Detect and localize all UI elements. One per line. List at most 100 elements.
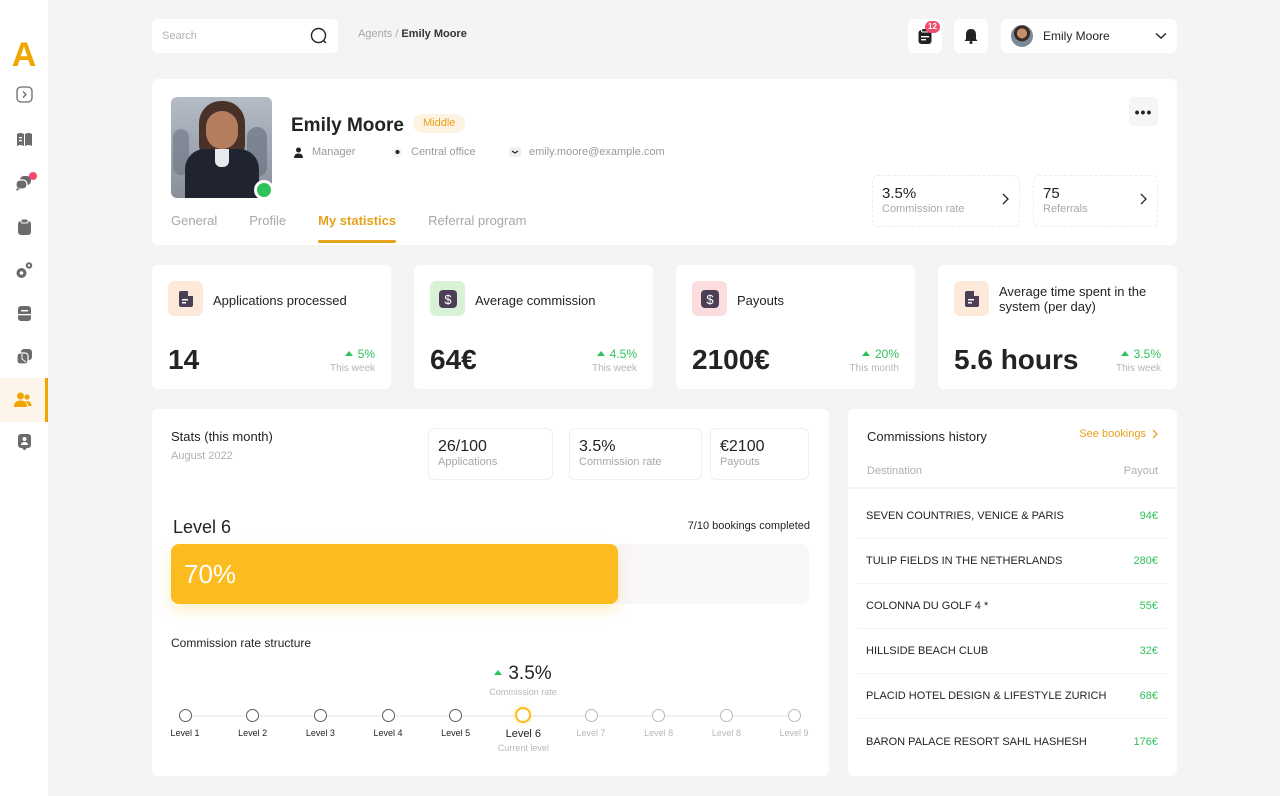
sidebar-item-agents[interactable] xyxy=(0,378,48,422)
bell-icon xyxy=(964,29,978,44)
header-divider xyxy=(848,487,1177,489)
level-step[interactable]: Level 3 xyxy=(290,708,350,738)
svg-text:$: $ xyxy=(444,292,452,307)
kpi-change: 3.5% This week xyxy=(1116,347,1161,374)
tab-profile[interactable]: Profile xyxy=(249,213,286,241)
kpi-change-period: This week xyxy=(329,363,375,374)
online-status-indicator xyxy=(254,180,274,200)
see-bookings-link[interactable]: See bookings xyxy=(1079,428,1158,440)
level-step[interactable]: Level 1 xyxy=(155,708,215,738)
level-step[interactable]: Level 8 xyxy=(629,708,689,738)
referrals-value: 75 xyxy=(1043,185,1060,202)
level-step-label: Level 2 xyxy=(238,728,268,738)
commission-rate-value: 3.5% xyxy=(882,185,917,202)
notifications-button[interactable] xyxy=(954,19,988,53)
kpi-change-percent: 20% xyxy=(850,347,899,361)
sidebar-item-expand[interactable] xyxy=(0,72,48,116)
user-name: Emily Moore xyxy=(1043,29,1110,43)
sidebar-item-settings[interactable] xyxy=(0,248,48,292)
commission-row[interactable]: TULIP FIELDS IN THE NETHERLANDS 280€ xyxy=(858,539,1166,584)
chevron-right-icon xyxy=(1140,193,1147,205)
commission-row[interactable]: SEVEN COUNTRIES, VENICE & PARIS 94€ xyxy=(858,494,1166,539)
level-step-marker xyxy=(652,709,666,722)
sidebar-item-messages[interactable] xyxy=(0,160,48,204)
current-rate-value: 3.5% xyxy=(462,663,584,685)
kpi-value: 14 xyxy=(168,344,200,375)
level-step-label: Level 8 xyxy=(711,728,741,738)
kpi-card-time-spent: Average time spent in the system (per da… xyxy=(938,265,1177,389)
level-step-marker xyxy=(449,709,463,722)
breadcrumb-parent[interactable]: Agents xyxy=(358,28,392,40)
level-step[interactable]: Level 2 xyxy=(223,708,283,738)
sidebar-item-catalog[interactable] xyxy=(0,117,48,161)
user-menu[interactable]: Emily Moore xyxy=(1001,19,1177,53)
breadcrumb: Agents / Emily Moore xyxy=(358,28,467,40)
stats-title: Stats (this month) xyxy=(171,429,273,444)
profile-tabs: General Profile My statistics Referral p… xyxy=(171,213,558,243)
commission-destination: PLACID HOTEL DESIGN & LIFESTYLE ZURICH xyxy=(866,690,1107,702)
level-step-marker xyxy=(787,709,801,722)
level-step[interactable]: Level 8 xyxy=(696,708,756,738)
sidebar-item-documents[interactable] xyxy=(0,291,48,335)
level-step-label: Level 8 xyxy=(644,728,674,738)
breadcrumb-current: Emily Moore xyxy=(401,28,467,40)
stat-box-payouts: €2100 Payouts xyxy=(710,428,809,480)
kpi-card-payouts: $ Payouts 2100€ 20% This month xyxy=(676,265,915,389)
tasks-count-badge: 12 xyxy=(925,21,940,33)
sidebar-item-profile[interactable] xyxy=(0,420,48,464)
sidebar: A xyxy=(0,0,48,796)
search-input[interactable] xyxy=(162,30,310,42)
users-icon xyxy=(13,392,31,407)
referrals-summary[interactable]: 75 Referrals xyxy=(1033,175,1158,227)
chevron-right-box-icon xyxy=(15,85,33,103)
kpi-change: 5% This week xyxy=(330,347,375,374)
level-step-marker xyxy=(178,709,192,722)
kpi-title: Average commission xyxy=(475,293,596,308)
sidebar-item-reports[interactable] xyxy=(0,334,48,378)
commissions-history-title: Commissions history xyxy=(867,429,987,444)
search-box xyxy=(152,19,338,53)
kpi-change-period: This week xyxy=(1115,363,1161,374)
kpi-change-period: This month xyxy=(849,363,899,374)
tab-general[interactable]: General xyxy=(171,213,217,241)
commission-structure-title: Commission rate structure xyxy=(171,636,312,650)
search-icon[interactable] xyxy=(310,27,328,45)
kpi-value: 5.6 hours xyxy=(954,344,1079,375)
commission-row[interactable]: BARON PALACE RESORT SAHL HASHESH 176€ xyxy=(858,719,1166,764)
level-step[interactable]: Level 6 Current level xyxy=(493,707,553,753)
tab-referral-program[interactable]: Referral program xyxy=(428,213,526,241)
level-step-label: Level 1 xyxy=(170,728,200,738)
level-step-label: Level 7 xyxy=(576,728,606,738)
commission-row[interactable]: COLONNA DU GOLF 4 * 55€ xyxy=(858,584,1166,629)
commission-row[interactable]: HILLSIDE BEACH CLUB 32€ xyxy=(858,629,1166,674)
level-step[interactable]: Level 9 xyxy=(764,708,824,738)
sidebar-item-tasks[interactable] xyxy=(0,204,48,248)
level-step[interactable]: Level 7 xyxy=(561,708,621,738)
commission-rate-summary[interactable]: 3.5% Commission rate xyxy=(872,175,1020,227)
kpi-card-applications: Applications processed 14 5% This week xyxy=(152,265,391,389)
current-level-caption: Current level xyxy=(497,743,549,753)
dollar-icon: $ xyxy=(692,281,727,316)
level-step[interactable]: Level 4 xyxy=(358,708,418,738)
commissions-history-card: Commissions history See bookings Destina… xyxy=(848,409,1177,776)
profile-name: Emily Moore xyxy=(291,115,404,136)
commission-destination: SEVEN COUNTRIES, VENICE & PARIS xyxy=(866,510,1064,522)
stats-card: Stats (this month) August 2022 26/100 Ap… xyxy=(152,409,829,776)
kpi-change: 4.5% This week xyxy=(592,347,637,374)
stat-box-applications: 26/100 Applications xyxy=(428,428,553,480)
more-options-button[interactable]: ••• xyxy=(1129,97,1158,126)
commission-payout: 176€ xyxy=(1133,735,1158,748)
stat-value: €2100 xyxy=(720,438,765,455)
level-step[interactable]: Level 5 xyxy=(426,708,486,738)
commission-payout: 68€ xyxy=(1139,690,1158,702)
tasks-button[interactable]: 12 xyxy=(908,19,942,53)
column-header-destination: Destination xyxy=(867,465,923,477)
commission-row[interactable]: PLACID HOTEL DESIGN & LIFESTYLE ZURICH 68… xyxy=(858,674,1166,719)
column-header-payout: Payout xyxy=(1123,465,1158,477)
commission-payout: 94€ xyxy=(1139,510,1158,522)
current-rate-label: Commission rate xyxy=(489,687,557,697)
level-step-marker xyxy=(515,707,532,723)
app-logo[interactable]: A xyxy=(0,38,48,72)
stat-value: 26/100 xyxy=(438,438,487,455)
tab-my-statistics[interactable]: My statistics xyxy=(318,213,397,243)
